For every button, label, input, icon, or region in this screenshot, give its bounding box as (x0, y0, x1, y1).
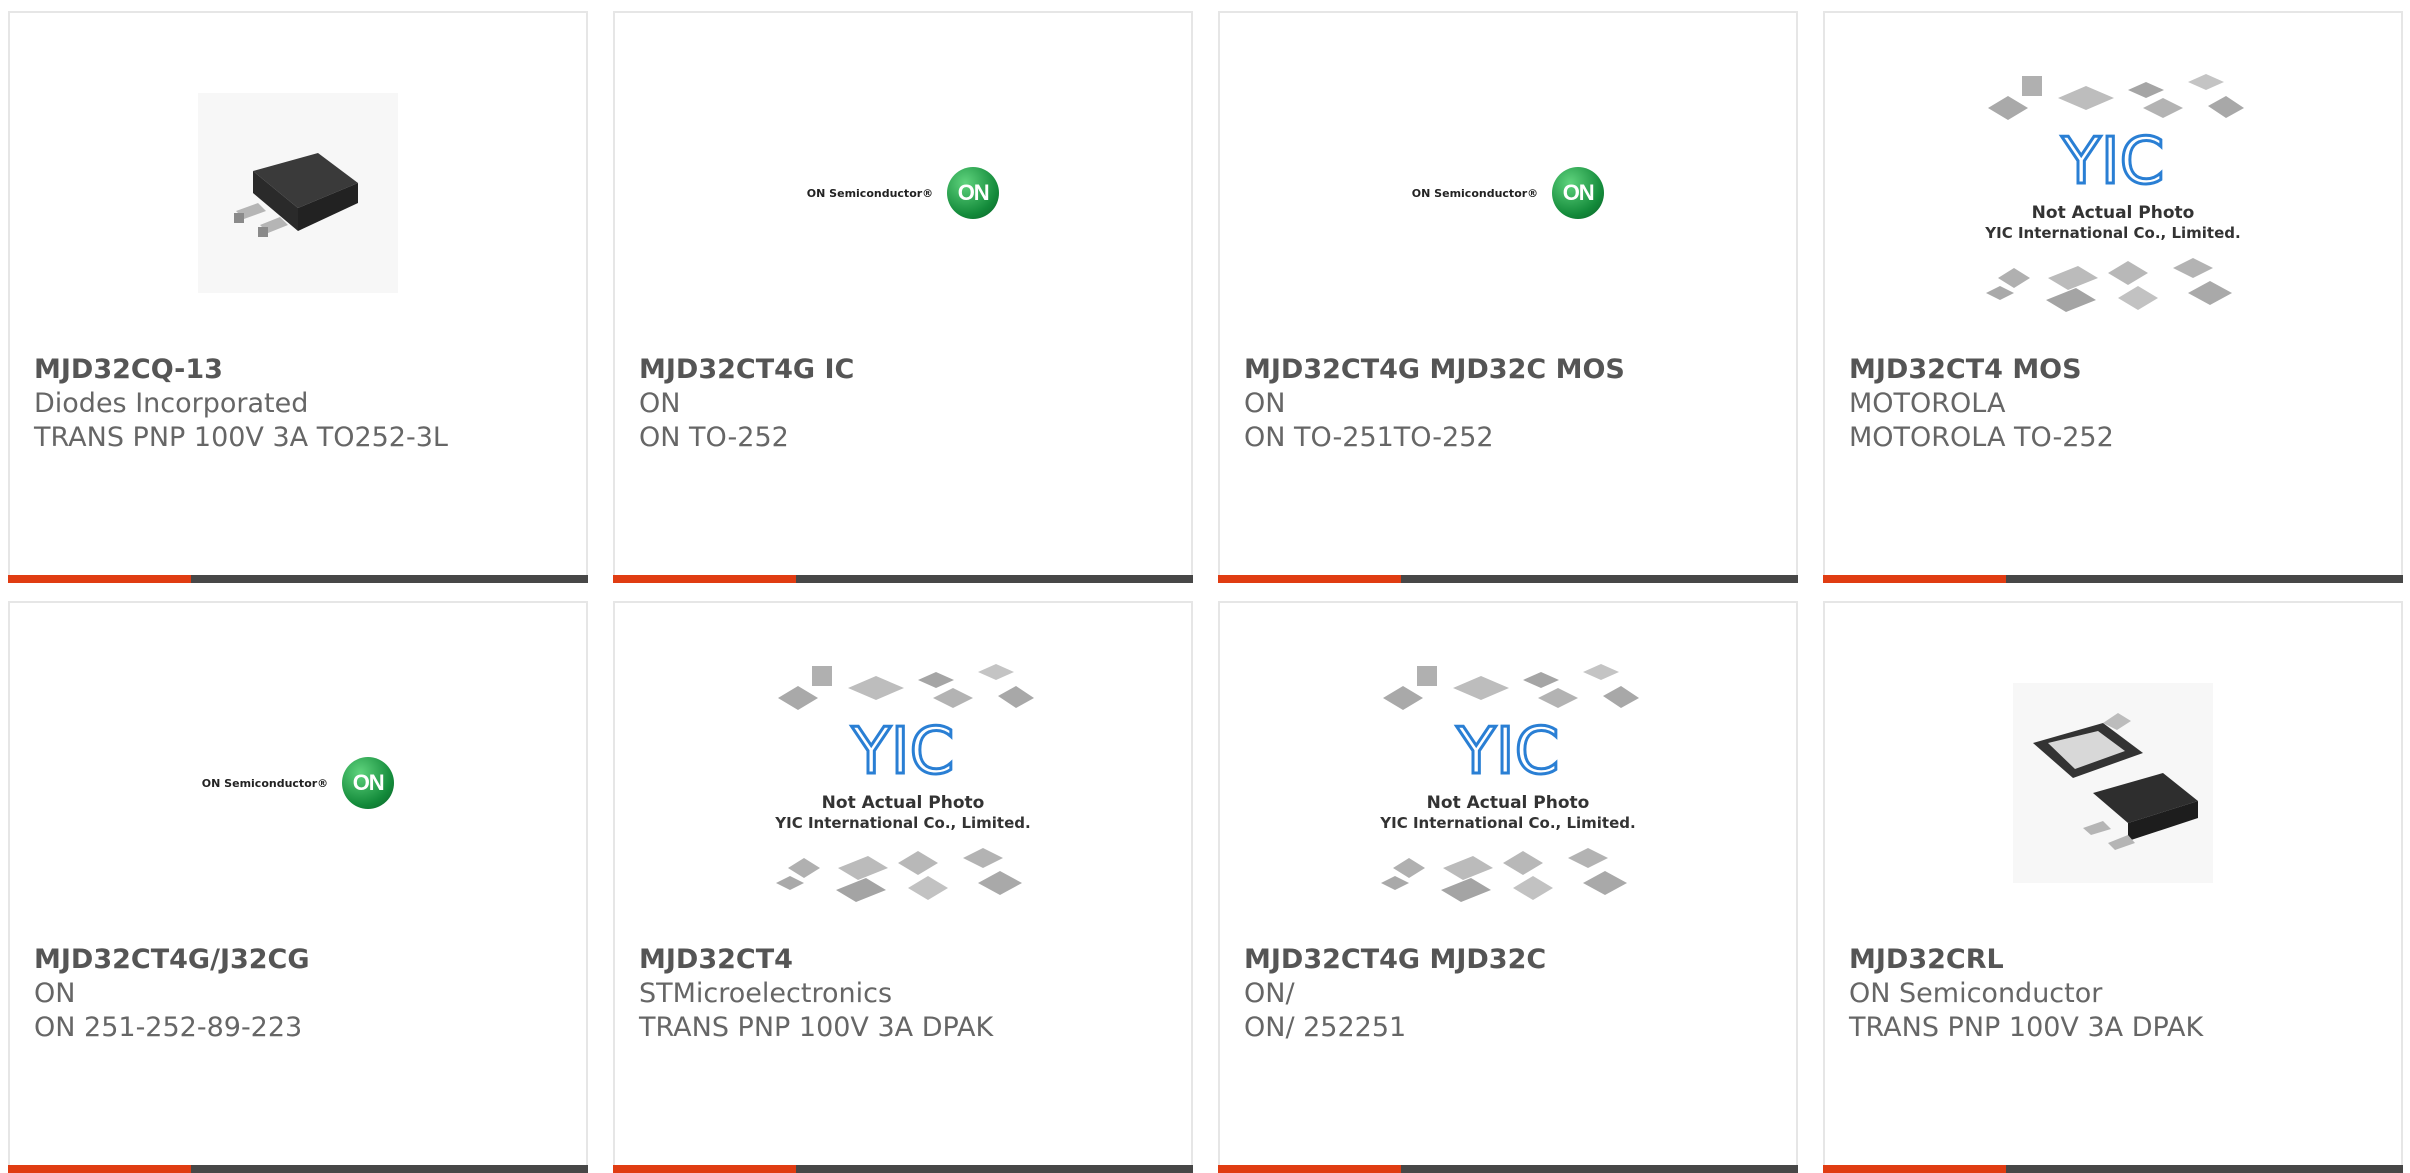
manufacturer-label: ON (639, 388, 681, 419)
card-bottom-bar (1823, 575, 2403, 583)
description-label: TRANS PNP 100V 3A DPAK (639, 1012, 994, 1043)
part-number-link[interactable]: MJD32CT4G/J32CG (34, 943, 566, 977)
part-number-link[interactable]: MJD32CT4G MJD32C MOS (1244, 353, 1776, 387)
on-badge-icon: ON (1552, 167, 1605, 219)
product-card[interactable]: ON Semiconductor® ON MJD32CT4G IC ON ON TO… (613, 11, 1193, 583)
product-info: MJD32CT4 MOS MOTOROLA MOTOROLA TO-252 (1849, 353, 2381, 455)
part-number-link[interactable]: MJD32CT4 MOS (1849, 353, 2381, 387)
product-card[interactable]: YIC Not Actual Photo YIC International C… (1218, 601, 1798, 1173)
on-badge-icon: ON (342, 757, 395, 809)
yic-caption-2: YIC International Co., Limited. (774, 814, 1030, 832)
manufacturer-label: ON Semiconductor (1849, 978, 2103, 1009)
card-bottom-bar (1218, 575, 1798, 583)
product-info: MJD32CT4G MJD32C ON/ON/ 252251 (1244, 943, 1776, 1045)
product-info: MJD32CQ-13 Diodes Incorporated TRANS PNP 1… (34, 353, 566, 455)
on-semiconductor-logo: ON Semiconductor® ON (201, 757, 395, 809)
part-number-link[interactable]: MJD32CRL (1849, 943, 2381, 977)
product-info: MJD32CRL ON Semiconductor TRANS PNP 100V 3… (1849, 943, 2381, 1045)
yic-mark: YIC (1456, 715, 1560, 789)
manufacturer-label: MOTOROLA (1849, 388, 2006, 419)
part-number-link[interactable]: MJD32CT4G IC (639, 353, 1171, 387)
product-thumbnail[interactable]: YIC Not Actual Photo YIC International C… (1358, 643, 1658, 923)
description-label: ON 251-252-89-223 (34, 1012, 303, 1043)
yic-caption-1: Not Actual Photo (1427, 793, 1590, 813)
description-label: ON TO-251TO-252 (1244, 422, 1494, 453)
on-semiconductor-logo: ON Semiconductor® ON (806, 167, 1000, 219)
description-label: ON TO-252 (639, 422, 789, 453)
product-info: MJD32CT4G IC ON ON TO-252 (639, 353, 1171, 455)
product-thumbnail[interactable]: ON Semiconductor® ON (1358, 53, 1658, 333)
manufacturer-label: ON/ (1244, 978, 1295, 1009)
product-grid: MJD32CQ-13 Diodes Incorporated TRANS PNP 1… (8, 11, 2403, 1173)
product-card[interactable]: YIC Not Actual Photo YIC International C… (1823, 11, 2403, 583)
product-info: MJD32CT4G/J32CG ON ON 251-252-89-223 (34, 943, 566, 1045)
yic-caption-2: YIC International Co., Limited. (1379, 814, 1635, 832)
product-card[interactable]: MJD32CRL ON Semiconductor TRANS PNP 100V 3… (1823, 601, 2403, 1173)
product-thumbnail[interactable]: ON Semiconductor® ON (753, 53, 1053, 333)
product-info: MJD32CT4G MJD32C MOS ON ON TO-251TO-252 (1244, 353, 1776, 455)
yic-placeholder-image: YIC Not Actual Photo YIC International C… (774, 664, 1034, 902)
part-number-link[interactable]: MJD32CT4G MJD32C (1244, 943, 1776, 977)
product-thumbnail[interactable]: YIC Not Actual Photo YIC International C… (1963, 53, 2263, 333)
product-thumbnail[interactable] (148, 53, 448, 333)
yic-caption-1: Not Actual Photo (2032, 203, 2195, 223)
description-label: TRANS PNP 100V 3A TO252-3L (34, 422, 448, 453)
product-card[interactable]: ON Semiconductor® ON MJD32CT4G MJD32C MO… (1218, 11, 1798, 583)
product-thumbnail[interactable] (1963, 643, 2263, 923)
on-semiconductor-logo: ON Semiconductor® ON (1411, 167, 1605, 219)
card-accent-bar (1218, 575, 1401, 583)
yic-placeholder-image: YIC Not Actual Photo YIC International C… (1379, 664, 1639, 902)
product-thumbnail[interactable]: YIC Not Actual Photo YIC International C… (753, 643, 1053, 923)
yic-caption-2: YIC International Co., Limited. (1984, 224, 2240, 242)
product-info: MJD32CT4 STMicroelectronics TRANS PNP 100V… (639, 943, 1171, 1045)
card-accent-bar (8, 575, 191, 583)
product-card[interactable]: MJD32CQ-13 Diodes Incorporated TRANS PNP 1… (8, 11, 588, 583)
yic-caption-1: Not Actual Photo (822, 793, 985, 813)
part-number-link[interactable]: MJD32CQ-13 (34, 353, 566, 387)
dpak-double-package-icon (2013, 683, 2213, 883)
card-accent-bar (613, 575, 796, 583)
card-bottom-bar (613, 575, 1193, 583)
manufacturer-label: ON (1244, 388, 1286, 419)
on-semiconductor-wordmark: ON Semiconductor® (806, 186, 934, 200)
description-label: ON/ 252251 (1244, 1012, 1407, 1043)
yic-mark: YIC (2061, 125, 2165, 199)
description-label: TRANS PNP 100V 3A DPAK (1849, 1012, 2204, 1043)
yic-placeholder-image: YIC Not Actual Photo YIC International C… (1984, 74, 2244, 312)
manufacturer-label: ON (34, 978, 76, 1009)
yic-mark: YIC (851, 715, 955, 789)
manufacturer-label: Diodes Incorporated (34, 388, 309, 419)
product-card[interactable]: YIC Not Actual Photo YIC International C… (613, 601, 1193, 1173)
card-bottom-bar (8, 575, 588, 583)
product-thumbnail[interactable]: ON Semiconductor® ON (148, 643, 448, 923)
dpak-package-icon (198, 93, 398, 293)
product-card[interactable]: ON Semiconductor® ON MJD32CT4G/J32CG ON ON… (8, 601, 588, 1173)
description-label: MOTOROLA TO-252 (1849, 422, 2114, 453)
on-semiconductor-wordmark: ON Semiconductor® (1411, 186, 1539, 200)
manufacturer-label: STMicroelectronics (639, 978, 893, 1009)
on-semiconductor-wordmark: ON Semiconductor® (201, 776, 329, 790)
card-accent-bar (1823, 575, 2006, 583)
part-number-link[interactable]: MJD32CT4 (639, 943, 1171, 977)
on-badge-icon: ON (947, 167, 1000, 219)
